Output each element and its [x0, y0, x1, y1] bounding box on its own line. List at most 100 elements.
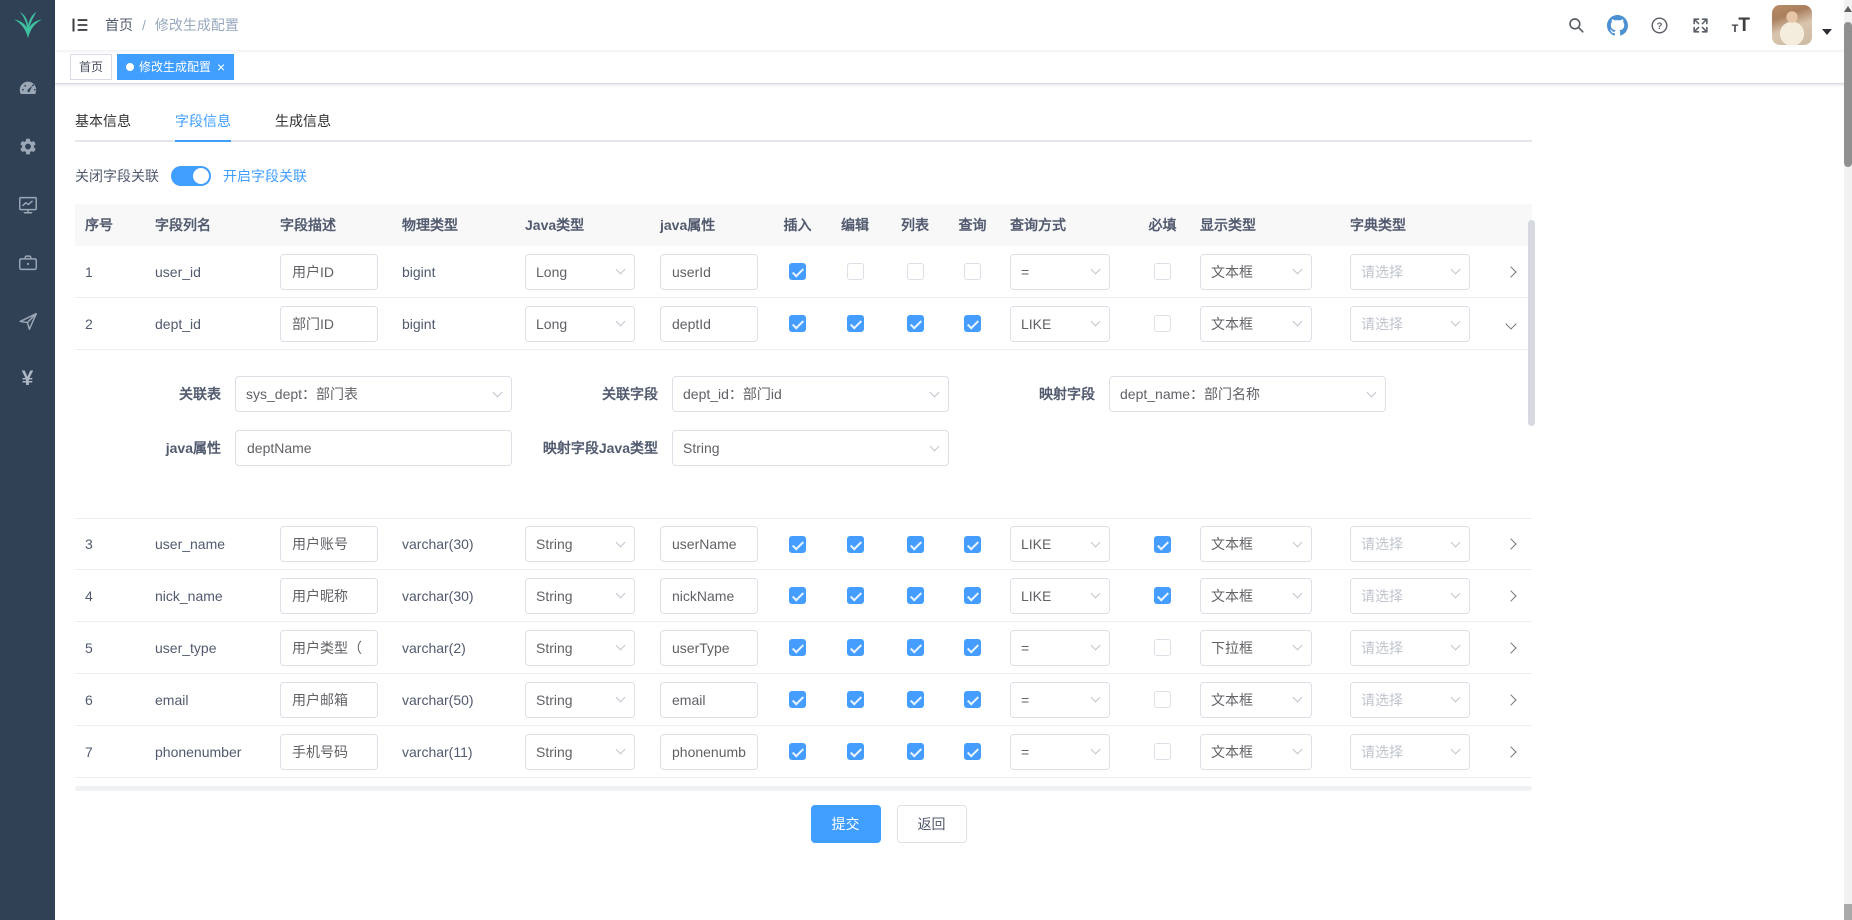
required-checkbox[interactable] [1154, 587, 1171, 604]
required-checkbox[interactable] [1154, 743, 1171, 760]
required-checkbox[interactable] [1154, 536, 1171, 553]
expand-row-icon[interactable] [1505, 538, 1516, 549]
query-type-select[interactable]: = [1010, 254, 1110, 290]
tag-home[interactable]: 首页 [70, 54, 112, 80]
field-description-input[interactable] [280, 254, 378, 290]
insert-checkbox[interactable] [789, 691, 806, 708]
dict-type-select[interactable]: 请选择 [1350, 630, 1470, 666]
edit-checkbox[interactable] [847, 639, 864, 656]
java-type-select[interactable]: String [525, 630, 635, 666]
insert-checkbox[interactable] [789, 263, 806, 280]
field-description-input[interactable] [280, 306, 378, 342]
github-link[interactable] [1607, 15, 1628, 36]
help-button[interactable]: ? [1650, 16, 1669, 35]
field-description-input[interactable] [280, 630, 378, 666]
fullscreen-button[interactable] [1691, 16, 1710, 35]
sidebar-item-monitor[interactable] [0, 176, 55, 234]
java-type-select[interactable]: Long [525, 254, 635, 290]
list-checkbox[interactable] [907, 587, 924, 604]
list-checkbox[interactable] [907, 536, 924, 553]
dict-type-select[interactable]: 请选择 [1350, 254, 1470, 290]
relation-select[interactable]: dept_name：部门名称 [1109, 376, 1386, 412]
expand-row-icon[interactable] [1505, 694, 1516, 705]
list-checkbox[interactable] [907, 691, 924, 708]
insert-checkbox[interactable] [789, 587, 806, 604]
java-type-select[interactable]: String [525, 734, 635, 770]
field-description-input[interactable] [280, 578, 378, 614]
java-attribute-input[interactable] [660, 578, 758, 614]
java-attribute-input[interactable] [660, 630, 758, 666]
list-checkbox[interactable] [907, 263, 924, 280]
java-attribute-input[interactable] [660, 254, 758, 290]
user-avatar[interactable] [1772, 5, 1812, 45]
dict-type-select[interactable]: 请选择 [1350, 734, 1470, 770]
insert-checkbox[interactable] [789, 315, 806, 332]
query-type-select[interactable]: LIKE [1010, 306, 1110, 342]
query-checkbox[interactable] [964, 743, 981, 760]
expand-row-icon[interactable] [1505, 590, 1516, 601]
field-description-input[interactable] [280, 734, 378, 770]
field-description-input[interactable] [280, 682, 378, 718]
field-description-input[interactable] [280, 526, 378, 562]
display-type-select[interactable]: 文本框 [1200, 526, 1312, 562]
list-checkbox[interactable] [907, 315, 924, 332]
scroll-up-arrow-icon[interactable] [1844, 6, 1852, 12]
java-attribute-input[interactable] [660, 734, 758, 770]
java-attribute-input[interactable] [660, 682, 758, 718]
query-type-select[interactable]: LIKE [1010, 578, 1110, 614]
query-type-select[interactable]: LIKE [1010, 526, 1110, 562]
query-checkbox[interactable] [964, 691, 981, 708]
sidebar-item-deploy[interactable] [0, 292, 55, 350]
relation-select[interactable]: String [672, 430, 949, 466]
collapse-row-icon[interactable] [1505, 318, 1516, 329]
sidebar-item-tool[interactable] [0, 234, 55, 292]
query-checkbox[interactable] [964, 587, 981, 604]
back-button[interactable]: 返回 [897, 805, 967, 843]
user-menu-caret-icon[interactable] [1822, 29, 1832, 35]
relation-select[interactable]: dept_id：部门id [672, 376, 949, 412]
scroll-down-button[interactable] [1844, 904, 1852, 920]
tab-field-info[interactable]: 字段信息 [175, 102, 231, 140]
display-type-select[interactable]: 文本框 [1200, 254, 1312, 290]
display-type-select[interactable]: 文本框 [1200, 734, 1312, 770]
dict-type-select[interactable]: 请选择 [1350, 526, 1470, 562]
relation-open-link[interactable]: 开启字段关联 [223, 166, 307, 186]
window-scrollbar-thumb[interactable] [1844, 22, 1852, 167]
java-type-select[interactable]: String [525, 526, 635, 562]
query-checkbox[interactable] [964, 639, 981, 656]
display-type-select[interactable]: 文本框 [1200, 306, 1312, 342]
display-type-select[interactable]: 文本框 [1200, 682, 1312, 718]
tag-current-page[interactable]: 修改生成配置 × [117, 54, 234, 80]
display-type-select[interactable]: 下拉框 [1200, 630, 1312, 666]
relation-switch[interactable] [171, 166, 211, 186]
app-logo[interactable] [0, 0, 55, 50]
close-tag-icon[interactable]: × [217, 60, 225, 74]
required-checkbox[interactable] [1154, 639, 1171, 656]
sidebar-collapse-button[interactable] [55, 0, 105, 50]
query-checkbox[interactable] [964, 263, 981, 280]
sidebar-item-dashboard[interactable] [0, 60, 55, 118]
insert-checkbox[interactable] [789, 536, 806, 553]
java-type-select[interactable]: String [525, 578, 635, 614]
breadcrumb-home[interactable]: 首页 [105, 15, 133, 35]
font-size-button[interactable]: TT [1732, 16, 1750, 35]
query-checkbox[interactable] [964, 315, 981, 332]
edit-checkbox[interactable] [847, 536, 864, 553]
required-checkbox[interactable] [1154, 263, 1171, 280]
dict-type-select[interactable]: 请选择 [1350, 578, 1470, 614]
java-attribute-input[interactable] [660, 526, 758, 562]
relation-java-attr-input[interactable] [235, 430, 512, 466]
display-type-select[interactable]: 文本框 [1200, 578, 1312, 614]
edit-checkbox[interactable] [847, 691, 864, 708]
edit-checkbox[interactable] [847, 315, 864, 332]
table-vertical-scrollbar-thumb[interactable] [1528, 220, 1535, 426]
sidebar-item-system[interactable] [0, 118, 55, 176]
list-checkbox[interactable] [907, 743, 924, 760]
query-type-select[interactable]: = [1010, 734, 1110, 770]
required-checkbox[interactable] [1154, 691, 1171, 708]
relation-select[interactable]: sys_dept：部门表 [235, 376, 512, 412]
search-button[interactable] [1567, 16, 1585, 34]
dict-type-select[interactable]: 请选择 [1350, 306, 1470, 342]
expand-row-icon[interactable] [1505, 746, 1516, 757]
query-type-select[interactable]: = [1010, 630, 1110, 666]
